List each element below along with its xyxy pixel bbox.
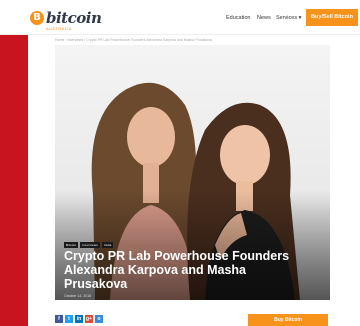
linkedin-share-icon[interactable]: in [75, 315, 83, 323]
buy-sell-bitcoin-button[interactable]: Buy/Sell Bitcoin [306, 9, 358, 26]
google-plus-share-icon[interactable]: g+ [85, 315, 93, 323]
breadcrumb[interactable]: Home › Interviews › Crypto PR Lab Powerh… [55, 38, 212, 42]
article-tags: Bitcoin Interviews Italia [64, 242, 114, 248]
nav-news[interactable]: News [257, 15, 271, 21]
tag-italia[interactable]: Italia [101, 242, 114, 248]
bitcoin-australia-logo[interactable]: B bitcoin [30, 9, 102, 27]
facebook-share-icon[interactable]: f [55, 315, 63, 323]
twitter-share-icon[interactable]: t [65, 315, 73, 323]
article-date: October 14, 2018 [64, 294, 92, 298]
tag-interviews[interactable]: Interviews [80, 242, 100, 248]
nav-services[interactable]: Services ▾ [276, 15, 301, 21]
tag-bitcoin[interactable]: Bitcoin [64, 242, 79, 248]
left-red-strip [0, 0, 28, 326]
other-share-icon[interactable]: o [95, 315, 103, 323]
page: B bitcoin AUSTRALIA Education News Servi… [0, 0, 360, 326]
article-title: Crypto PR Lab Powerhouse Founders Alexan… [64, 249, 290, 291]
nav-education[interactable]: Education [226, 15, 250, 21]
logo-wordmark: bitcoin [46, 9, 102, 27]
share-bar: f t in g+ o [55, 315, 103, 323]
logo-region: AUSTRALIA [46, 26, 72, 31]
buy-bitcoin-button[interactable]: Buy Bitcoin [248, 314, 328, 326]
site-header: B bitcoin AUSTRALIA Education News Servi… [0, 0, 360, 35]
bitcoin-coin-icon: B [30, 11, 44, 25]
